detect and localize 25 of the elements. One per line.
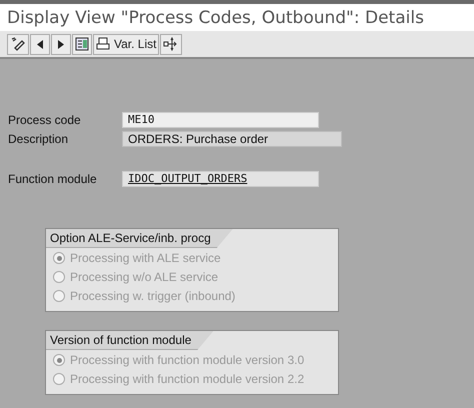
function-module-field[interactable]: IDOC_OUTPUT_ORDERS xyxy=(122,170,319,186)
input-field[interactable]: ME10 xyxy=(122,112,319,128)
radio-label: Processing w/o ALE service xyxy=(70,270,218,284)
printer-icon xyxy=(96,37,110,51)
var-list-button[interactable]: Var. List xyxy=(93,34,160,54)
field-label: Function module xyxy=(8,172,98,186)
display-field: ORDERS: Purchase order xyxy=(122,130,342,146)
right-triangle-icon xyxy=(58,40,64,48)
radio-label: Processing w. trigger (inbound) xyxy=(70,289,236,303)
next-button[interactable] xyxy=(51,34,71,54)
radio-label: Processing with ALE service xyxy=(70,251,221,265)
document-icon xyxy=(75,37,89,51)
radio-label: Processing with function module version 3.0 xyxy=(70,353,304,367)
window-title: Display View "Process Codes, Outbound": Details xyxy=(7,8,424,28)
field-label: Process code xyxy=(8,112,82,126)
group-title: Version of function module xyxy=(46,331,214,350)
left-triangle-icon xyxy=(37,40,43,48)
radio-label: Processing with function module version 2.2 xyxy=(70,372,304,386)
previous-button[interactable] xyxy=(30,34,50,54)
group-title: Option ALE-Service/inb. procg xyxy=(46,229,233,248)
details-button[interactable] xyxy=(72,34,92,54)
branch-arrows-icon xyxy=(163,36,180,52)
field-label: Description xyxy=(8,132,70,146)
navigate-button[interactable] xyxy=(160,34,182,54)
display-change-button[interactable] xyxy=(7,34,29,54)
